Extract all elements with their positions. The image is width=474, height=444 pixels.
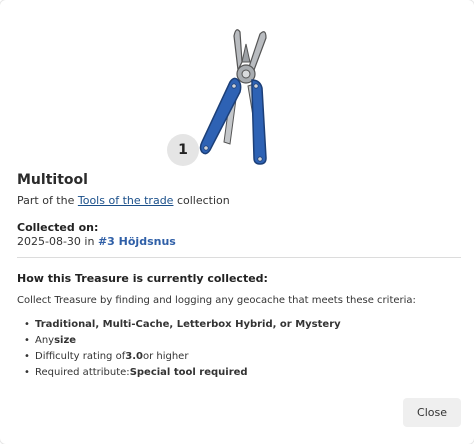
cache-link[interactable]: #3 Höjdsnus [98,235,176,248]
bullet-icon: • [24,335,30,346]
how-collected-heading: How this Treasure is currently collected… [17,272,268,285]
criteria-item-type: • Traditional, Multi-Cache, Letterbox Hyb… [24,319,341,330]
bullet-icon: • [24,351,30,362]
bullet-icon: • [24,319,30,330]
collection-prefix: Part of the [17,194,78,207]
criteria-list: • Traditional, Multi-Cache, Letterbox Hyb… [24,317,341,381]
collected-date: 2025-08-30 [17,235,81,248]
close-button[interactable]: Close [403,398,461,427]
treasure-dialog: 1 Multitool Part of the Tools of the tra… [0,0,474,444]
collected-count-badge: 1 [167,134,199,166]
criteria-item-size: • Any size [24,335,77,346]
treasure-title: Multitool [17,172,88,188]
collected-on-label: Collected on: [17,221,99,234]
treasure-hero: 1 [0,0,474,175]
collection-suffix: collection [173,194,230,207]
collection-link[interactable]: Tools of the trade [78,194,174,207]
bullet-icon: • [24,367,30,378]
collected-in-word: in [80,235,98,248]
multitool-icon [199,29,267,165]
criteria-item-attribute: • Required attribute: Special tool requir… [24,367,248,378]
collected-on-line: 2025-08-30 in #3 Höjdsnus [17,235,176,248]
collection-line: Part of the Tools of the trade collectio… [17,194,230,207]
divider [17,257,461,258]
criteria-intro: Collect Treasure by finding and logging … [17,295,416,306]
criteria-item-difficulty: • Difficulty rating of 3.0 or higher [24,351,189,362]
